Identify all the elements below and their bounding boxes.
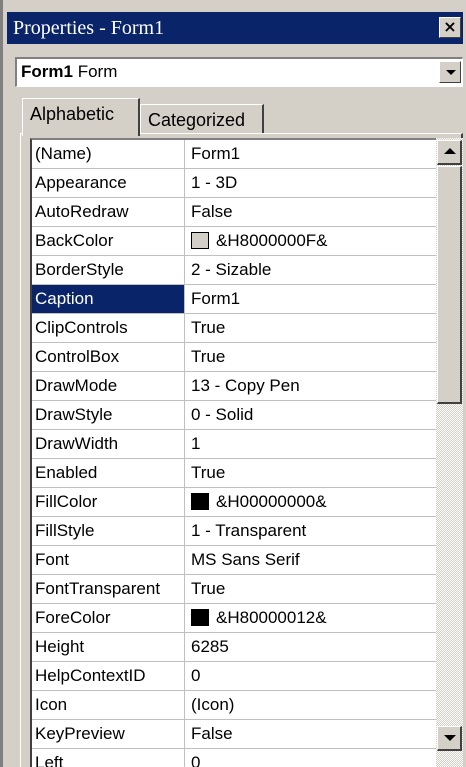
property-value[interactable]: False — [186, 720, 436, 748]
property-name[interactable]: Caption — [32, 285, 185, 313]
property-name[interactable]: BorderStyle — [32, 256, 185, 284]
properties-window: Properties - Form1 × Form1 Form Alphabet… — [0, 0, 466, 767]
property-name[interactable]: DrawWidth — [32, 430, 185, 458]
property-row[interactable]: (Name) Form1 — [32, 140, 436, 169]
property-row[interactable]: Appearance 1 - 3D — [32, 169, 436, 198]
property-row[interactable]: Enabled True — [32, 459, 436, 488]
title-bar[interactable]: Properties - Form1 × — [7, 12, 463, 44]
property-name[interactable]: Icon — [32, 691, 185, 719]
object-selector-value: Form1 Form — [21, 59, 117, 85]
vertical-scrollbar[interactable] — [436, 138, 463, 767]
object-selector-dropdown[interactable]: Form1 Form — [15, 57, 463, 87]
property-row[interactable]: FillStyle 1 - Transparent — [32, 517, 436, 546]
color-swatch-icon — [191, 493, 209, 510]
property-grid: (Name) Form1 Appearance 1 - 3D AutoRedraw Fal… — [30, 138, 436, 767]
property-row[interactable]: Icon (Icon) — [32, 691, 436, 720]
property-row[interactable]: ControlBox True — [32, 343, 436, 372]
property-value[interactable]: 13 - Copy Pen — [186, 372, 436, 400]
property-name[interactable]: DrawStyle — [32, 401, 185, 429]
property-row[interactable]: Caption Form1 — [32, 285, 436, 314]
property-value[interactable]: False — [186, 198, 436, 226]
property-name[interactable]: HelpContextID — [32, 662, 185, 690]
property-value[interactable]: True — [186, 575, 436, 603]
property-name[interactable]: DrawMode — [32, 372, 185, 400]
property-value[interactable]: True — [186, 343, 436, 371]
property-name[interactable]: ControlBox — [32, 343, 185, 371]
property-value[interactable]: 1 - Transparent — [186, 517, 436, 545]
property-name[interactable]: FillStyle — [32, 517, 185, 545]
color-swatch-icon — [191, 609, 209, 626]
property-row[interactable]: KeyPreview False — [32, 720, 436, 749]
property-value-text: &H00000000& — [216, 492, 327, 511]
property-value[interactable]: &H80000012& — [186, 604, 436, 632]
property-value[interactable]: (Icon) — [186, 691, 436, 719]
property-value[interactable]: 6285 — [186, 633, 436, 661]
property-row[interactable]: FontTransparent True — [32, 575, 436, 604]
property-name[interactable]: Enabled — [32, 459, 185, 487]
property-row[interactable]: AutoRedraw False — [32, 198, 436, 227]
property-value[interactable]: 0 - Solid — [186, 401, 436, 429]
property-name[interactable]: (Name) — [32, 140, 185, 168]
property-value[interactable]: 2 - Sizable — [186, 256, 436, 284]
scroll-up-icon[interactable] — [437, 140, 462, 165]
property-value[interactable]: 0 — [186, 662, 436, 690]
property-name[interactable]: ClipControls — [32, 314, 185, 342]
property-row[interactable]: BackColor &H8000000F& — [32, 227, 436, 256]
property-name[interactable]: FontTransparent — [32, 575, 185, 603]
property-name[interactable]: Font — [32, 546, 185, 574]
property-value[interactable]: MS Sans Serif — [186, 546, 436, 574]
close-button[interactable]: × — [439, 17, 461, 38]
property-row[interactable]: DrawWidth 1 — [32, 430, 436, 459]
property-value[interactable]: 1 — [186, 430, 436, 458]
property-value[interactable]: Form1 — [186, 140, 436, 168]
property-row[interactable]: BorderStyle 2 - Sizable — [32, 256, 436, 285]
property-value[interactable]: True — [186, 459, 436, 487]
property-name[interactable]: ForeColor — [32, 604, 185, 632]
scroll-down-icon[interactable] — [437, 726, 462, 751]
property-row[interactable]: HelpContextID 0 — [32, 662, 436, 691]
property-value[interactable]: Form1 — [186, 285, 436, 313]
property-row[interactable]: ForeColor &H80000012& — [32, 604, 436, 633]
property-value[interactable]: 0 — [186, 749, 436, 767]
property-row[interactable]: Font MS Sans Serif — [32, 546, 436, 575]
property-row[interactable]: DrawMode 13 - Copy Pen — [32, 372, 436, 401]
property-value[interactable]: &H00000000& — [186, 488, 436, 516]
property-value-text: &H8000000F& — [216, 231, 328, 250]
dropdown-arrow-icon[interactable] — [439, 61, 461, 83]
property-name[interactable]: AutoRedraw — [32, 198, 185, 226]
property-name[interactable]: Height — [32, 633, 185, 661]
property-name[interactable]: Appearance — [32, 169, 185, 197]
object-name: Form1 — [21, 62, 73, 81]
property-name[interactable]: Left — [32, 749, 185, 767]
close-icon: × — [443, 17, 457, 36]
tab-alphabetic[interactable]: Alphabetic — [22, 98, 140, 136]
property-value-text: &H80000012& — [216, 608, 327, 627]
property-name[interactable]: BackColor — [32, 227, 185, 255]
property-row[interactable]: ClipControls True — [32, 314, 436, 343]
color-swatch-icon — [191, 232, 209, 249]
object-type: Form — [77, 62, 118, 81]
scrollbar-thumb[interactable] — [437, 166, 462, 404]
property-value[interactable]: 1 - 3D — [186, 169, 436, 197]
property-row[interactable]: Left 0 — [32, 749, 436, 767]
property-name[interactable]: KeyPreview — [32, 720, 185, 748]
property-row[interactable]: DrawStyle 0 - Solid — [32, 401, 436, 430]
window-title: Properties - Form1 — [13, 17, 165, 39]
property-value[interactable]: True — [186, 314, 436, 342]
property-name[interactable]: FillColor — [32, 488, 185, 516]
property-row[interactable]: FillColor &H00000000& — [32, 488, 436, 517]
property-row[interactable]: Height 6285 — [32, 633, 436, 662]
property-value[interactable]: &H8000000F& — [186, 227, 436, 255]
